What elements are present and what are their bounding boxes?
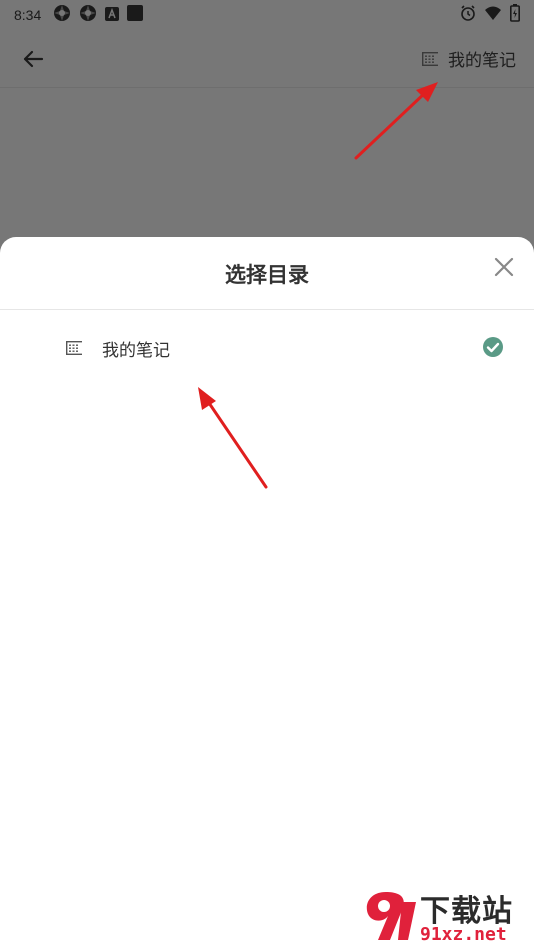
annotation-arrow-bottom xyxy=(198,387,268,489)
site-logo-icon xyxy=(366,892,416,940)
annotation-arrows xyxy=(198,82,438,489)
watermark-domain: 91xz.net xyxy=(420,924,507,945)
site-watermark: 下载站 91xz.net xyxy=(358,886,530,948)
annotation-arrow-top xyxy=(354,82,438,160)
